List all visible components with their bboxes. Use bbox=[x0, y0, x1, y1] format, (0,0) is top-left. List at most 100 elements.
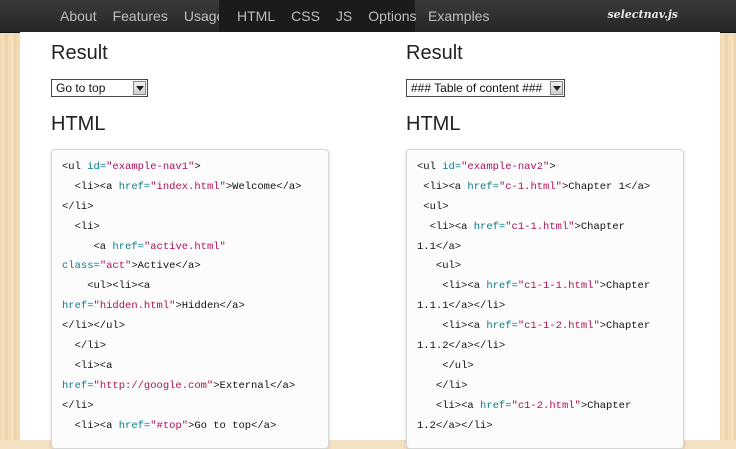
nav-item-css[interactable]: CSS bbox=[283, 0, 328, 32]
result-heading: Result bbox=[406, 42, 463, 64]
code-line: class="act">Active</a> bbox=[62, 257, 318, 277]
code-token: "c-1.html" bbox=[498, 180, 562, 193]
code-line: <a href="active.html" bbox=[62, 238, 318, 258]
code-token: >Chapter bbox=[574, 220, 625, 233]
dropdown-arrow-icon[interactable] bbox=[133, 81, 146, 95]
code-line: <li><a href="c1-1-1.html">Chapter bbox=[417, 277, 673, 297]
result-heading: Result bbox=[51, 42, 108, 64]
code-line: <ul id="example-nav1"> bbox=[62, 158, 318, 178]
code-token: id= bbox=[442, 161, 462, 173]
html-heading: HTML bbox=[51, 113, 106, 135]
code-token: <li><a bbox=[417, 220, 474, 233]
code-token: <a bbox=[62, 240, 113, 253]
brand-logo[interactable]: selectnav.js bbox=[607, 8, 678, 21]
code-token: <ul bbox=[417, 161, 443, 173]
code-token: </li> bbox=[62, 200, 94, 213]
nav-item-html[interactable]: HTML bbox=[229, 0, 283, 32]
code-token: "active.html" bbox=[143, 240, 226, 253]
code-token: >Chapter bbox=[599, 320, 651, 333]
code-token: href= bbox=[112, 240, 144, 253]
code-token: 1.1.1</a></li> bbox=[417, 300, 506, 313]
code-token: href= bbox=[480, 399, 512, 412]
code-token: >Chapter 1</a> bbox=[561, 180, 651, 193]
code-token: >Go to top</a> bbox=[188, 419, 277, 432]
code-token: href= bbox=[62, 379, 94, 392]
code-line: 1.1.1</a></li> bbox=[417, 297, 673, 317]
select-value: ### Table of content ### bbox=[411, 81, 543, 95]
code-token: "#top" bbox=[150, 419, 189, 432]
code-token: <ul> bbox=[417, 200, 449, 213]
code-token: href= bbox=[467, 180, 499, 193]
code-token: <li><a bbox=[62, 419, 119, 432]
code-token: class= bbox=[62, 260, 100, 273]
code-token: href= bbox=[62, 300, 94, 313]
nav-group-main: About Features Usage bbox=[52, 0, 232, 32]
html-heading: HTML bbox=[406, 113, 461, 135]
code-token: </ul> bbox=[417, 359, 474, 372]
code-token: href= bbox=[118, 180, 151, 193]
code-token: </li></ul> bbox=[62, 320, 126, 333]
code-token: </li> bbox=[417, 379, 468, 392]
code-line: <ul> bbox=[417, 257, 673, 277]
nav-item-js[interactable]: JS bbox=[328, 0, 360, 32]
navigation-select[interactable]: ### Table of content ### bbox=[406, 79, 565, 97]
code-line: </li> bbox=[62, 198, 318, 218]
nav-item-features[interactable]: Features bbox=[105, 0, 176, 32]
code-token: "example-nav1" bbox=[106, 161, 195, 173]
code-token: >Active</a> bbox=[131, 260, 201, 273]
code-token: <li><a bbox=[62, 359, 113, 372]
code-token: "c1-1-1.html" bbox=[517, 280, 600, 293]
code-token: 1.1.2</a></li> bbox=[417, 340, 506, 353]
code-token: </li> bbox=[62, 399, 94, 412]
navigation-select[interactable]: Go to top bbox=[51, 79, 148, 97]
code-line: </li> bbox=[417, 377, 673, 397]
code-token: >Welcome</a> bbox=[225, 180, 302, 193]
code-token: href= bbox=[118, 419, 151, 432]
dropdown-arrow-icon[interactable] bbox=[550, 81, 563, 95]
wood-background-right bbox=[720, 32, 736, 440]
code-line: <li><a href="c1-2.html">Chapter bbox=[417, 397, 673, 417]
code-token: <li><a bbox=[417, 180, 468, 193]
code-line: 1.1</a> bbox=[417, 238, 673, 258]
code-line: <li><a href="c1-1-2.html">Chapter bbox=[417, 317, 673, 337]
code-line: <ul> bbox=[417, 198, 673, 218]
code-token: >Chapter bbox=[580, 399, 632, 412]
code-token: "hidden.html" bbox=[93, 300, 176, 313]
code-token: </li> bbox=[62, 340, 107, 353]
code-line: <li><a href="index.html">Welcome</a> bbox=[62, 178, 318, 198]
nav-item-examples[interactable]: Examples bbox=[420, 0, 497, 32]
code-token: <ul bbox=[62, 161, 88, 173]
code-token: href= bbox=[486, 280, 518, 293]
code-token: > bbox=[194, 161, 201, 173]
code-block: <ul id="example-nav2"> <li><a href="c-1.… bbox=[406, 149, 684, 449]
code-line: <li><a bbox=[62, 357, 318, 377]
code-line: href="hidden.html">Hidden</a> bbox=[62, 297, 318, 317]
code-token: "example-nav2" bbox=[461, 161, 550, 173]
code-token: <li> bbox=[62, 220, 100, 233]
nav-group-docs: HTML CSS JS Options bbox=[219, 0, 417, 32]
code-line: 1.1.2</a></li> bbox=[417, 337, 673, 357]
code-line: </ul> bbox=[417, 357, 673, 377]
code-line: <li><a href="c1-1.html">Chapter bbox=[417, 218, 673, 238]
nav-item-about[interactable]: About bbox=[52, 0, 105, 32]
code-token: "c1-1.html" bbox=[505, 220, 575, 233]
code-token: <li><a bbox=[417, 280, 487, 293]
code-token: 1.2</a></li> bbox=[417, 419, 493, 432]
code-token: href= bbox=[473, 220, 506, 233]
code-token: > bbox=[549, 161, 556, 173]
code-line: </li> bbox=[62, 337, 318, 357]
main-content: Result Go to top HTML <ul id="example-na… bbox=[20, 32, 720, 449]
code-token: <ul><li><a bbox=[62, 280, 151, 293]
code-line: <li><a href="c-1.html">Chapter 1</a> bbox=[417, 178, 673, 198]
code-line: </li> bbox=[62, 397, 318, 417]
nav-item-options[interactable]: Options bbox=[360, 0, 424, 32]
code-token: href= bbox=[486, 320, 518, 333]
wood-background-left bbox=[0, 32, 20, 440]
code-token: "act" bbox=[99, 260, 132, 273]
code-line: <li><a href="#top">Go to top</a> bbox=[62, 417, 318, 437]
code-token: <li><a bbox=[62, 180, 119, 193]
code-token: "http://google.com" bbox=[93, 379, 214, 392]
code-line: href="http://google.com">External</a> bbox=[62, 377, 318, 397]
code-line: </li></ul> bbox=[62, 317, 318, 337]
code-token: "index.html" bbox=[150, 180, 226, 193]
